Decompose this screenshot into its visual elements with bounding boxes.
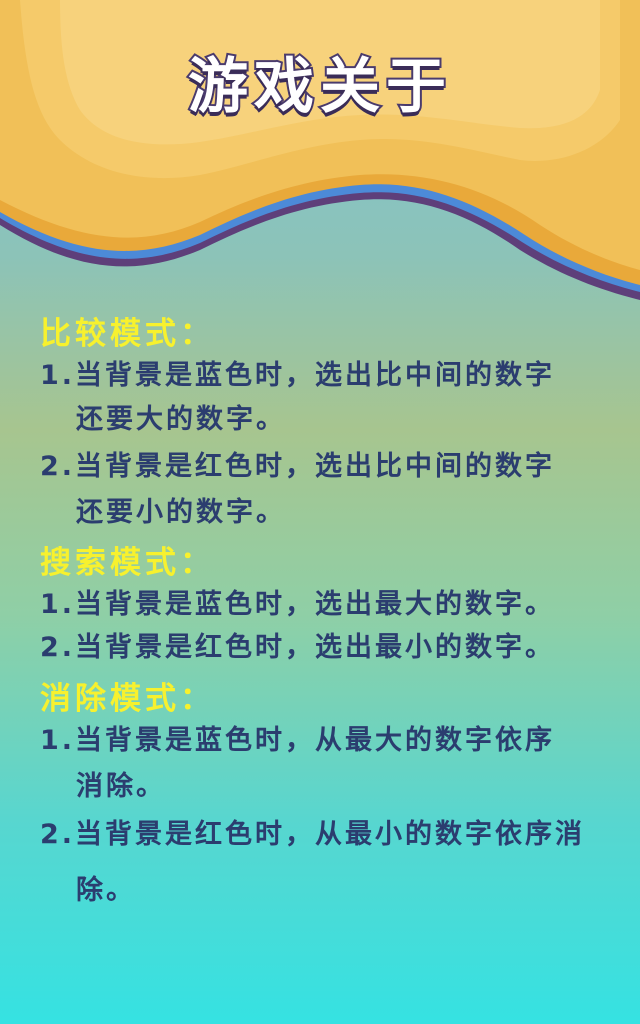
section-title-compare: 比较模式：: [40, 316, 215, 352]
rule-line: 1.当背景是蓝色时，选出最大的数字。: [40, 589, 556, 620]
rule-line: 消除。: [76, 771, 166, 802]
rule-line: 除。: [76, 875, 136, 906]
rule-line: 2.当背景是红色时，选出最小的数字。: [40, 632, 556, 663]
rule-line: 还要小的数字。: [76, 497, 286, 528]
rule-line: 还要大的数字。: [76, 404, 286, 435]
rule-line: 2.当背景是红色时，选出比中间的数字: [40, 451, 556, 482]
section-title-eliminate: 消除模式：: [40, 681, 215, 717]
rule-line: 2.当背景是红色时，从最小的数字依序消: [40, 819, 586, 850]
rule-line: 1.当背景是蓝色时，选出比中间的数字: [40, 360, 556, 391]
section-title-search: 搜索模式：: [40, 545, 215, 581]
rule-line: 1.当背景是蓝色时，从最大的数字依序: [40, 725, 556, 756]
rules-content: 比较模式： 1.当背景是蓝色时，选出比中间的数字 还要大的数字。 2.当背景是红…: [0, 0, 640, 1024]
